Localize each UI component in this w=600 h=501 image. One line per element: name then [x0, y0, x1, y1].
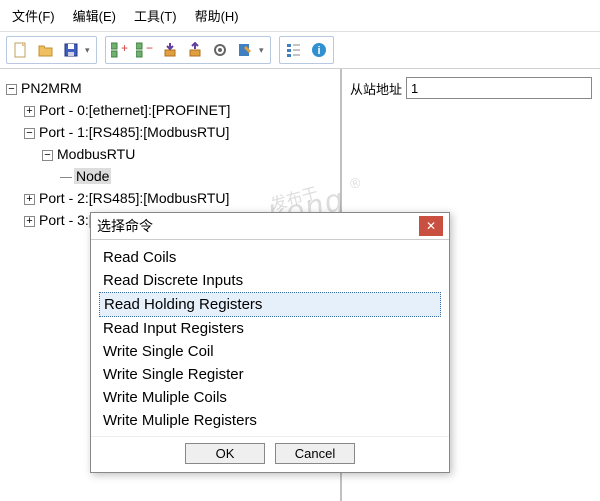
list-item[interactable]: Write Muliple Coils — [99, 386, 441, 409]
svg-text:−: − — [146, 42, 153, 55]
collapse-icon[interactable]: − — [24, 128, 35, 139]
upload-button[interactable] — [184, 39, 206, 61]
list-item[interactable]: Read Input Registers — [99, 317, 441, 340]
tree-port2[interactable]: Port - 2:[RS485]:[ModbusRTU] — [39, 190, 229, 206]
tree-node-selected[interactable]: Node — [74, 168, 111, 184]
dropdown-icon[interactable]: ▾ — [85, 45, 93, 56]
menu-edit[interactable]: 编辑(E) — [73, 6, 116, 25]
tree-view-button[interactable] — [283, 39, 305, 61]
svg-text:i: i — [317, 45, 320, 57]
toolbar: ▾ + − ▾ i — [0, 32, 600, 69]
open-file-button[interactable] — [35, 39, 57, 61]
dialog-button-row: OK Cancel — [91, 436, 449, 472]
download-button[interactable] — [159, 39, 181, 61]
command-list[interactable]: Read CoilsRead Discrete InputsRead Holdi… — [91, 240, 449, 436]
info-button[interactable]: i — [308, 39, 330, 61]
tree-elbow-icon — [60, 177, 72, 178]
collapse-icon[interactable]: − — [6, 84, 17, 95]
menu-tools[interactable]: 工具(T) — [134, 6, 177, 25]
expand-icon[interactable]: + — [24, 106, 35, 117]
menu-help[interactable]: 帮助(H) — [195, 6, 239, 25]
ok-button[interactable]: OK — [185, 443, 265, 464]
tree-port0[interactable]: Port - 0:[ethernet]:[PROFINET] — [39, 102, 230, 118]
slave-address-input[interactable] — [406, 77, 592, 99]
menu-file[interactable]: 文件(F) — [12, 6, 55, 25]
dialog-title-text: 选择命令 — [97, 216, 153, 236]
add-node-button[interactable]: + — [109, 39, 131, 61]
cancel-button[interactable]: Cancel — [275, 443, 355, 464]
list-item[interactable]: Read Coils — [99, 246, 441, 269]
list-item[interactable]: Read Holding Registers — [99, 292, 441, 317]
list-item[interactable]: Write Single Coil — [99, 340, 441, 363]
save-file-button[interactable] — [60, 39, 82, 61]
expand-icon[interactable]: + — [24, 194, 35, 205]
tree-root[interactable]: PN2MRM — [21, 80, 82, 96]
dialog-titlebar: 选择命令 ✕ — [91, 213, 449, 240]
new-file-button[interactable] — [10, 39, 32, 61]
tree-port1[interactable]: Port - 1:[RS485]:[ModbusRTU] — [39, 124, 229, 140]
dropdown-icon[interactable]: ▾ — [259, 45, 267, 56]
expand-icon[interactable]: + — [24, 216, 35, 227]
close-button[interactable]: ✕ — [419, 216, 443, 236]
settings-button[interactable] — [209, 39, 231, 61]
list-item[interactable]: Read Discrete Inputs — [99, 269, 441, 292]
toolbar-group-info: i — [279, 36, 334, 64]
edit-button[interactable] — [234, 39, 256, 61]
list-item[interactable]: Write Single Register — [99, 363, 441, 386]
select-command-dialog: 选择命令 ✕ Read CoilsRead Discrete InputsRea… — [90, 212, 450, 473]
device-tree[interactable]: −PN2MRM +Port - 0:[ethernet]:[PROFINET] … — [6, 77, 334, 231]
slave-address-label: 从站地址 — [350, 79, 402, 98]
list-item[interactable]: Write Muliple Registers — [99, 409, 441, 432]
close-icon: ✕ — [426, 219, 436, 233]
toolbar-group-file: ▾ — [6, 36, 97, 64]
menubar: 文件(F) 编辑(E) 工具(T) 帮助(H) — [0, 0, 600, 32]
toolbar-group-node: + − ▾ — [105, 36, 271, 64]
tree-modbus[interactable]: ModbusRTU — [57, 146, 135, 162]
svg-text:+: + — [121, 42, 128, 55]
remove-node-button[interactable]: − — [134, 39, 156, 61]
collapse-icon[interactable]: − — [42, 150, 53, 161]
